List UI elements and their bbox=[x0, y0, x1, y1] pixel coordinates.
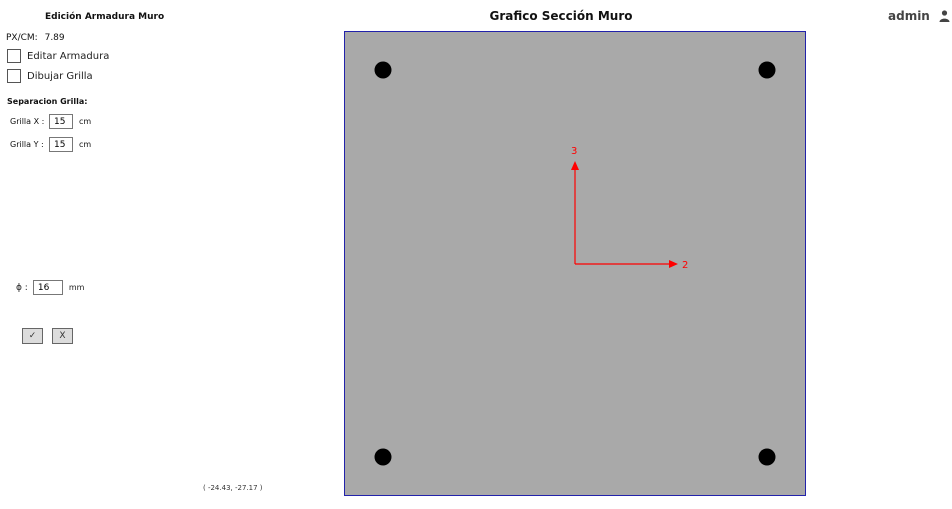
axis-2-label: 2 bbox=[682, 260, 688, 271]
grilla-x-row: Grilla X : cm bbox=[10, 114, 91, 129]
dibujar-grilla-checkbox[interactable] bbox=[7, 69, 21, 83]
grilla-y-label: Grilla Y : bbox=[10, 140, 44, 149]
grilla-y-row: Grilla Y : cm bbox=[10, 137, 91, 152]
grilla-x-unit: cm bbox=[79, 117, 92, 126]
cancel-button[interactable]: X bbox=[52, 328, 73, 344]
grilla-y-unit: cm bbox=[79, 140, 92, 149]
section-drawing: 2 3 bbox=[374, 61, 776, 466]
user-name: admin bbox=[888, 9, 930, 23]
canvas-title: Grafico Sección Muro bbox=[489, 9, 633, 23]
axis-3-label: 3 bbox=[571, 146, 577, 157]
grilla-y-input[interactable] bbox=[49, 137, 73, 152]
cursor-coordinates: ( -24.43, -27.17 ) bbox=[203, 484, 263, 492]
confirm-button[interactable]: ✓ bbox=[22, 328, 43, 344]
diameter-row: ϕ : mm bbox=[16, 280, 84, 295]
dibujar-grilla-row[interactable]: Dibujar Grilla bbox=[7, 69, 93, 83]
local-axes: 2 3 bbox=[571, 146, 688, 271]
rebar-bottom-left[interactable] bbox=[374, 448, 392, 466]
person-icon bbox=[939, 10, 950, 22]
wall-section-canvas[interactable]: 2 3 bbox=[344, 31, 806, 496]
dibujar-grilla-label: Dibujar Grilla bbox=[27, 70, 93, 82]
px-cm-label: PX/CM: bbox=[6, 33, 38, 43]
user-menu[interactable]: admin bbox=[888, 9, 950, 23]
diameter-unit: mm bbox=[68, 283, 85, 292]
rebar-top-right[interactable] bbox=[758, 61, 776, 79]
grilla-x-label: Grilla X : bbox=[10, 117, 45, 126]
axis-2-arrow-icon bbox=[669, 260, 678, 268]
grilla-x-input[interactable] bbox=[49, 114, 73, 129]
panel-title: Edición Armadura Muro bbox=[45, 12, 165, 22]
editar-armadura-row[interactable]: Editar Armadura bbox=[7, 49, 109, 63]
px-cm-row: PX/CM: 7.89 bbox=[6, 33, 65, 43]
phi-label: ϕ : bbox=[16, 282, 28, 293]
editar-armadura-label: Editar Armadura bbox=[27, 50, 110, 62]
separacion-grilla-title: Separacion Grilla: bbox=[7, 97, 88, 106]
axis-3-arrow-icon bbox=[571, 161, 579, 170]
px-cm-value: 7.89 bbox=[44, 33, 65, 43]
rebar-bottom-right[interactable] bbox=[758, 448, 776, 466]
editar-armadura-checkbox[interactable] bbox=[7, 49, 21, 63]
diameter-input[interactable] bbox=[32, 280, 63, 295]
rebar-top-left[interactable] bbox=[374, 61, 392, 79]
